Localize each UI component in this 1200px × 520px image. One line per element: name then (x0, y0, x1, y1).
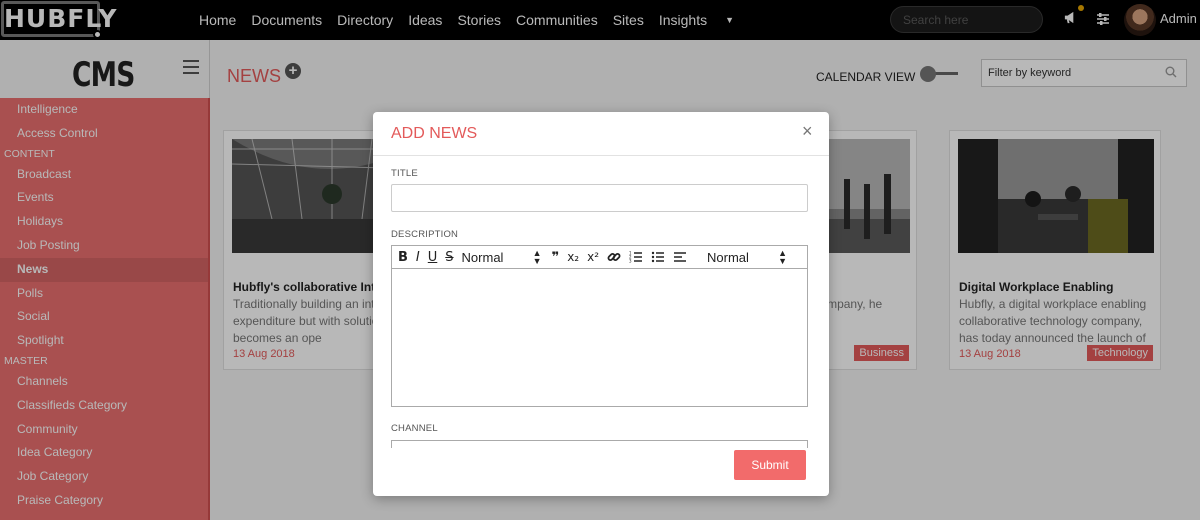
ordered-list-icon[interactable]: 123 (629, 250, 643, 264)
svg-text:3: 3 (629, 259, 632, 264)
title-input[interactable] (391, 184, 808, 212)
title-label: TITLE (391, 168, 418, 179)
size-select[interactable]: Normal ▲ ▼ (707, 247, 788, 266)
close-icon[interactable]: × (802, 121, 813, 142)
strikethrough-button[interactable]: S (445, 250, 453, 265)
subscript-button[interactable]: x₂ (567, 250, 579, 264)
align-left-icon[interactable] (673, 250, 687, 264)
dialog-title: ADD NEWS (391, 125, 478, 142)
blockquote-button[interactable]: ❞ (552, 250, 560, 265)
channel-select[interactable] (391, 440, 808, 448)
italic-button[interactable]: I (416, 250, 420, 265)
superscript-button[interactable]: x² (587, 250, 599, 264)
select-arrows-icon: ▲ ▼ (778, 247, 788, 266)
divider (373, 155, 829, 156)
bold-button[interactable]: B (398, 250, 408, 265)
description-editor[interactable] (391, 269, 808, 407)
channel-label: CHANNEL (391, 423, 438, 434)
editor-toolbar: B I U S Normal ▲ ▼ ❞ x₂ x² 123 Normal ▲ ▼ (391, 245, 808, 269)
header-select[interactable]: Normal ▲ ▼ (462, 247, 542, 266)
underline-button[interactable]: U (428, 250, 438, 265)
select-arrows-icon: ▲ ▼ (532, 247, 542, 266)
bullet-list-icon[interactable] (651, 250, 665, 264)
link-icon[interactable] (607, 250, 621, 264)
submit-button[interactable]: Submit (734, 450, 806, 480)
description-label: DESCRIPTION (391, 229, 459, 240)
add-news-dialog: ADD NEWS × TITLE DESCRIPTION B I U S Nor… (373, 112, 829, 496)
